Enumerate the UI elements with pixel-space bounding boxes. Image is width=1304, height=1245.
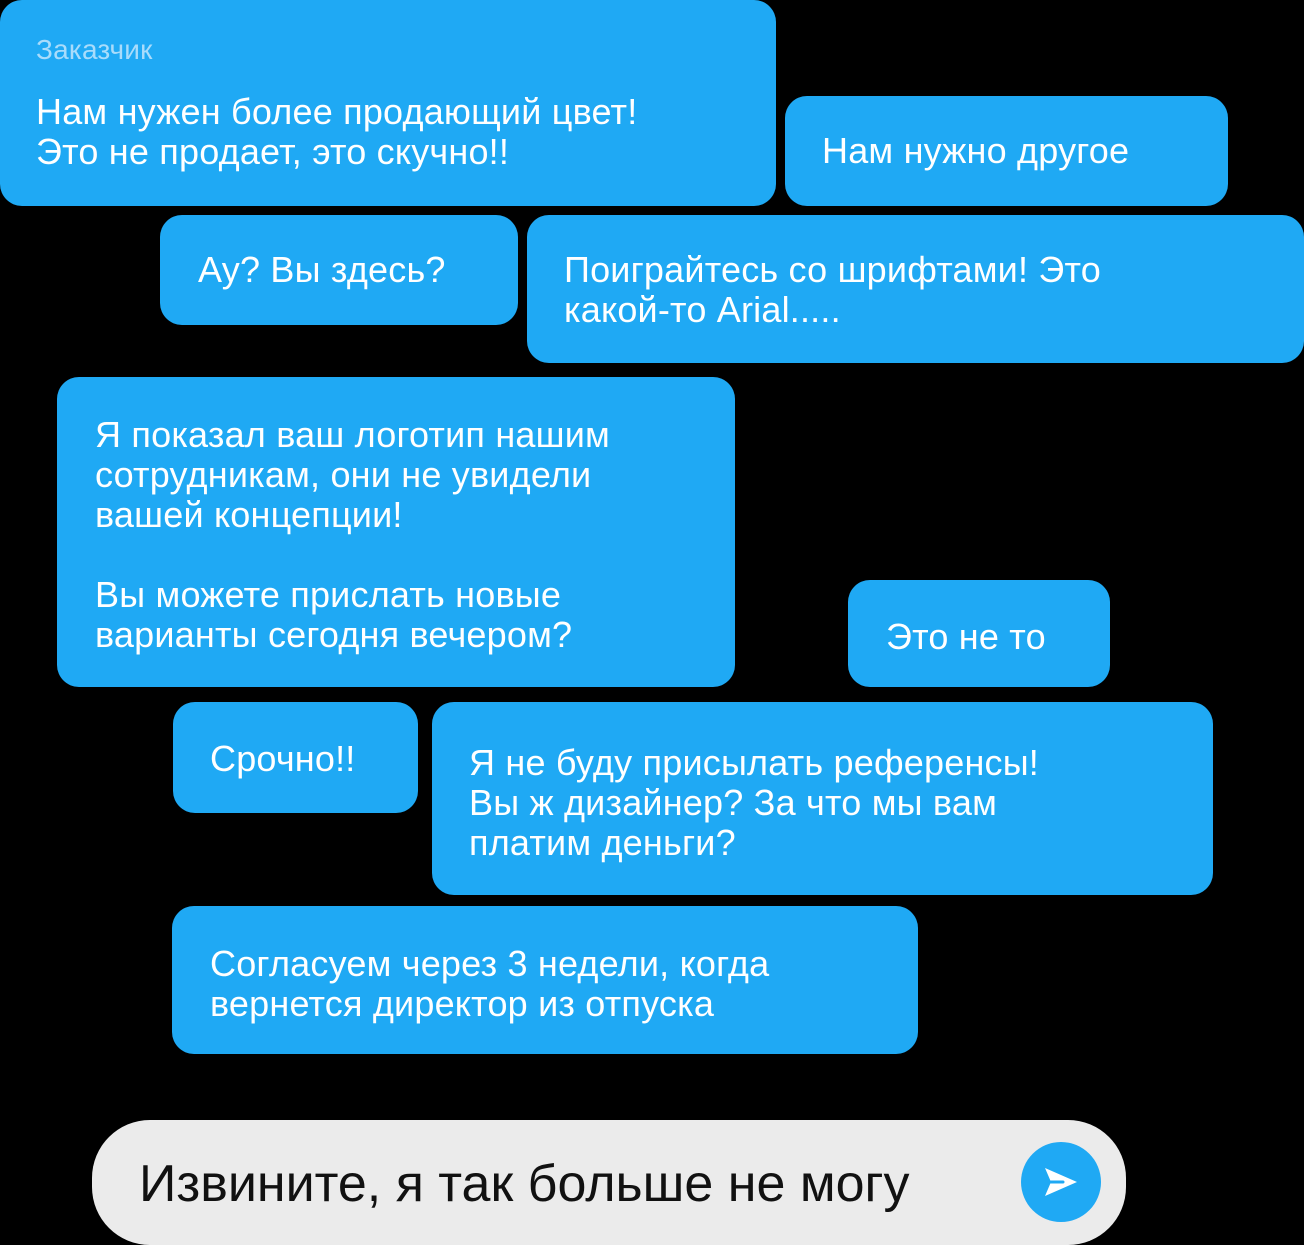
message-bubble: Поиграйтесь со шрифтами! Это какой-то Ar… xyxy=(527,215,1304,363)
message-bubble: Я не буду присылать референсы! Вы ж диза… xyxy=(432,702,1213,895)
message-text: вернется директор из отпуска xyxy=(210,983,715,1024)
message-text: Ау? Вы здесь? xyxy=(198,249,446,290)
message-text: Вы ж дизайнер? За что мы вам xyxy=(469,782,998,823)
message-text: какой-то Arial..... xyxy=(564,289,841,330)
send-button[interactable] xyxy=(1021,1142,1101,1222)
message-text: платим деньги? xyxy=(469,822,736,863)
message-text: Вы можете прислать новые xyxy=(95,574,562,615)
message-bubble: Заказчик Нам нужен более продающий цвет!… xyxy=(0,0,776,206)
message-text: вашей концепции! xyxy=(95,494,403,535)
message-bubble: Нам нужно другое xyxy=(785,96,1228,206)
message-bubble: Я показал ваш логотип нашим сотрудникам,… xyxy=(57,377,735,687)
message-composer[interactable]: Извините, я так больше не могу xyxy=(92,1120,1126,1245)
message-text: Срочно!! xyxy=(210,738,356,779)
send-arrow-icon xyxy=(1039,1160,1083,1204)
sender-name: Заказчик xyxy=(36,34,153,65)
message-text: Это не продает, это скучно!! xyxy=(36,131,510,172)
message-text: Поиграйтесь со шрифтами! Это xyxy=(564,249,1101,290)
message-bubble: Это не то xyxy=(848,580,1110,687)
message-text: Нам нужно другое xyxy=(822,130,1130,171)
message-input[interactable]: Извините, я так больше не могу xyxy=(139,1154,909,1214)
message-text: Нам нужен более продающий цвет! xyxy=(36,91,638,132)
message-text: сотрудникам, они не увидели xyxy=(95,454,592,495)
message-text: Это не то xyxy=(886,616,1046,657)
message-bubble: Согласуем через 3 недели, когда вернется… xyxy=(172,906,918,1054)
message-bubble: Срочно!! xyxy=(173,702,418,813)
message-text: Я показал ваш логотип нашим xyxy=(95,414,610,455)
message-text: варианты сегодня вечером? xyxy=(95,614,573,655)
message-text: Согласуем через 3 недели, когда xyxy=(210,943,770,984)
message-bubble: Ау? Вы здесь? xyxy=(160,215,518,325)
message-text: Я не буду присылать референсы! xyxy=(469,742,1040,783)
